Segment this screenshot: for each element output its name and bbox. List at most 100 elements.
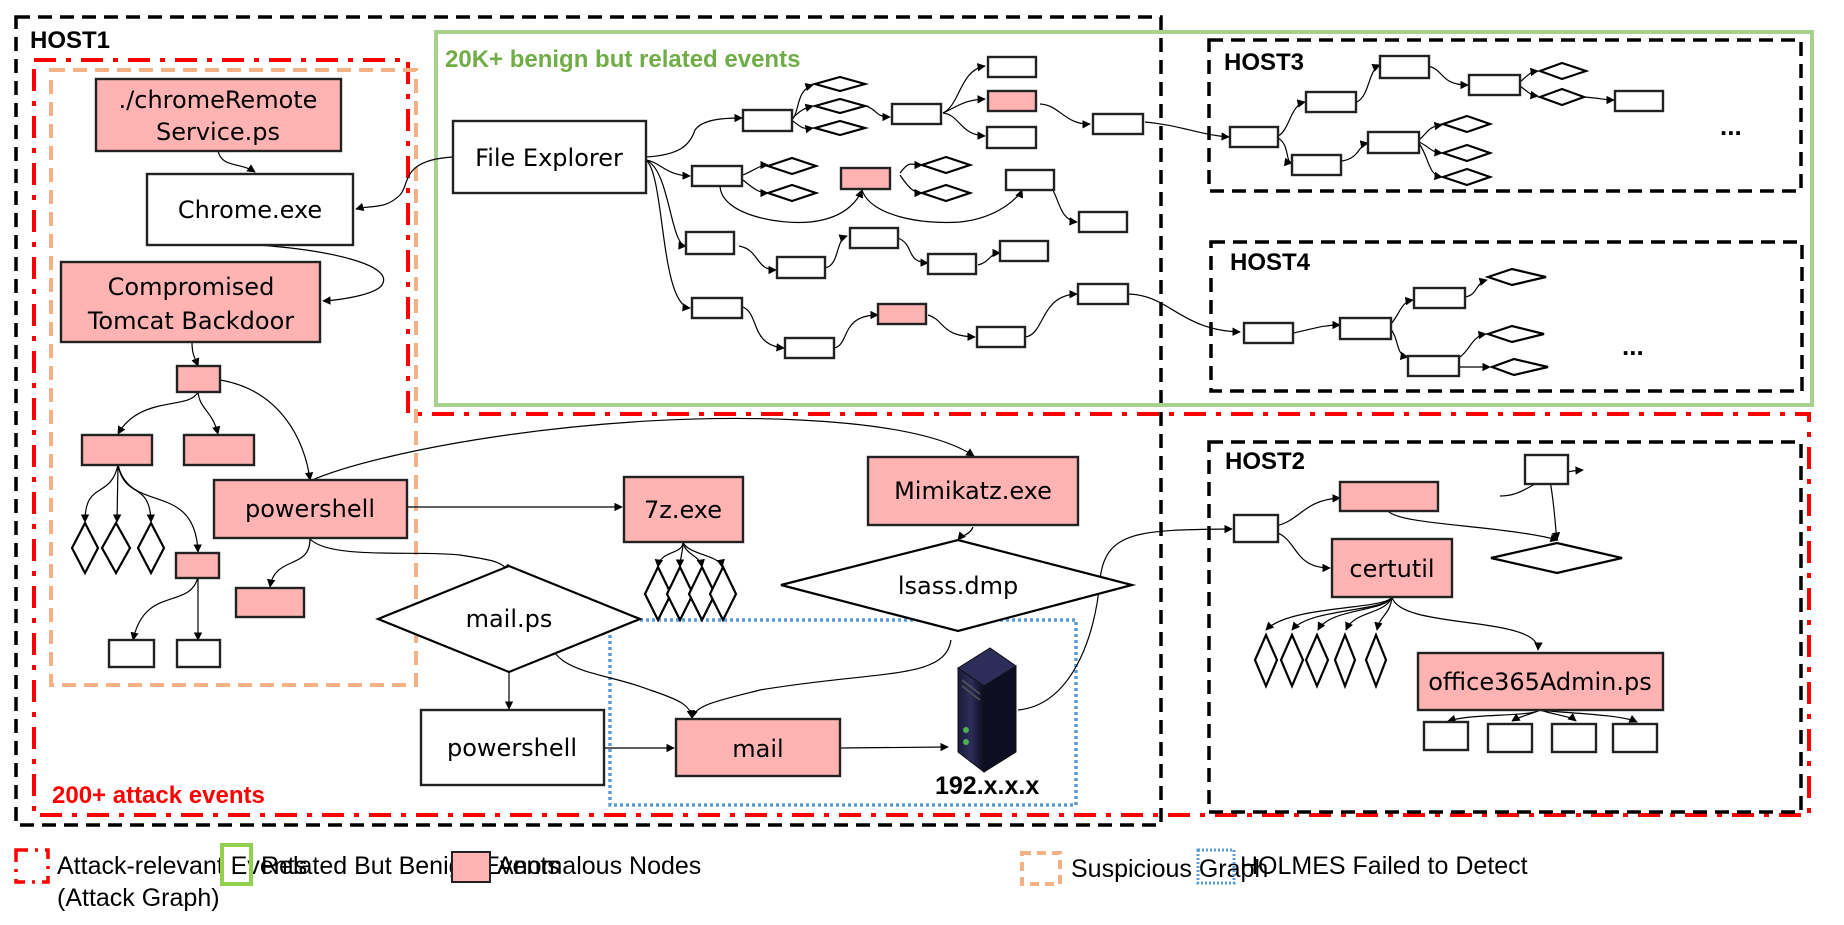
node-mail[interactable]: mail bbox=[674, 717, 842, 778]
file-node-diamond[interactable] bbox=[764, 183, 820, 203]
process-node[interactable] bbox=[1232, 513, 1280, 544]
process-node[interactable] bbox=[1467, 73, 1522, 97]
anomalous-node[interactable] bbox=[175, 364, 222, 394]
node-7z-exe[interactable]: 7z.exe bbox=[622, 475, 745, 544]
process-node[interactable] bbox=[985, 125, 1038, 150]
process-node[interactable] bbox=[1004, 168, 1056, 192]
process-node[interactable] bbox=[848, 226, 900, 250]
node-mimikatz-exe[interactable]: Mimikatz.exe bbox=[866, 455, 1080, 527]
process-node[interactable] bbox=[1242, 321, 1295, 345]
attack-graph-diagram: HOST1 20K+ benign but related events 200… bbox=[14, 15, 1814, 912]
process-node[interactable] bbox=[684, 230, 736, 256]
process-node[interactable] bbox=[975, 325, 1027, 349]
file-node-diamond[interactable] bbox=[1333, 632, 1357, 690]
node-lsass-dmp[interactable]: lsass.dmp bbox=[780, 538, 1137, 633]
file-node-diamond[interactable] bbox=[810, 97, 870, 115]
file-node-diamond[interactable] bbox=[918, 183, 974, 203]
node-label: ./chromeRemote bbox=[119, 86, 318, 114]
legend-label: HOLMES Failed to Detect bbox=[1240, 852, 1528, 880]
node-file-explorer[interactable]: File Explorer bbox=[451, 119, 648, 195]
process-node[interactable] bbox=[1422, 720, 1470, 752]
process-node[interactable] bbox=[998, 239, 1050, 263]
host2-nodes: certutil office365Admin.ps bbox=[1232, 453, 1665, 754]
process-node[interactable] bbox=[175, 638, 222, 669]
host2-label: HOST2 bbox=[1225, 448, 1305, 475]
anomalous-node[interactable] bbox=[80, 433, 154, 467]
node-powershell-2[interactable]: powershell bbox=[419, 708, 606, 787]
process-node[interactable] bbox=[1228, 125, 1280, 149]
file-node-diamond[interactable] bbox=[136, 520, 166, 576]
file-node-diamond[interactable] bbox=[1484, 267, 1547, 287]
node-label: Service.ps bbox=[156, 118, 280, 146]
process-node[interactable] bbox=[1304, 90, 1358, 114]
file-node-diamond[interactable] bbox=[1439, 143, 1494, 163]
node-label: Tomcat Backdoor bbox=[87, 307, 294, 335]
file-node-diamond[interactable] bbox=[1484, 324, 1545, 344]
node-chrome-exe[interactable]: Chrome.exe bbox=[145, 172, 355, 247]
file-node-diamond[interactable] bbox=[810, 75, 870, 93]
server-icon[interactable] bbox=[957, 647, 1017, 774]
process-node[interactable] bbox=[1613, 89, 1665, 113]
node-label: Compromised bbox=[108, 273, 275, 301]
process-node[interactable] bbox=[1378, 54, 1431, 80]
node-chrome-remote-service[interactable]: ./chromeRemote Service.ps bbox=[94, 77, 343, 153]
file-node-diamond[interactable] bbox=[70, 520, 100, 576]
file-node-diamond[interactable] bbox=[918, 155, 974, 175]
node-label: office365Admin.ps bbox=[1428, 668, 1652, 696]
process-node[interactable] bbox=[1076, 282, 1130, 306]
node-office365admin-ps[interactable]: office365Admin.ps bbox=[1416, 651, 1665, 712]
node-tomcat-backdoor[interactable]: Compromised Tomcat Backdoor bbox=[59, 260, 322, 344]
anomalous-node[interactable] bbox=[839, 166, 892, 191]
process-node[interactable] bbox=[1523, 453, 1570, 486]
file-node-diamond[interactable] bbox=[1536, 87, 1588, 107]
process-node[interactable] bbox=[1366, 130, 1421, 155]
process-node[interactable] bbox=[690, 164, 744, 188]
process-node[interactable] bbox=[1412, 286, 1467, 310]
legend-label: (Attack Graph) bbox=[57, 884, 220, 912]
process-node[interactable] bbox=[1550, 722, 1598, 754]
process-node[interactable] bbox=[1338, 316, 1393, 341]
process-node[interactable] bbox=[690, 296, 744, 320]
file-node-diamond[interactable] bbox=[1490, 541, 1623, 575]
node-label: lsass.dmp bbox=[898, 572, 1018, 600]
process-node[interactable] bbox=[1486, 722, 1534, 754]
file-node-diamond[interactable] bbox=[708, 564, 738, 623]
file-node-diamond[interactable] bbox=[1253, 632, 1279, 689]
node-label: 7z.exe bbox=[644, 496, 722, 524]
process-node[interactable] bbox=[1077, 210, 1129, 234]
process-node[interactable] bbox=[986, 55, 1038, 79]
host3-nodes: ... bbox=[1228, 54, 1742, 187]
file-node-diamond[interactable] bbox=[1488, 357, 1549, 377]
anomalous-node[interactable] bbox=[1338, 480, 1440, 513]
process-node[interactable] bbox=[775, 255, 827, 280]
process-node[interactable] bbox=[926, 252, 978, 276]
anomalous-node[interactable] bbox=[986, 89, 1038, 113]
node-powershell-1[interactable]: powershell bbox=[212, 478, 409, 540]
suspicious-graph-region bbox=[49, 68, 418, 687]
process-node[interactable] bbox=[1290, 153, 1343, 177]
legend-label: Suspicious Graph bbox=[1071, 855, 1268, 883]
file-node-diamond[interactable] bbox=[1439, 114, 1494, 134]
file-node-diamond[interactable] bbox=[1536, 61, 1590, 81]
node-certutil[interactable]: certutil bbox=[1330, 537, 1454, 599]
anomalous-node[interactable] bbox=[182, 433, 256, 467]
process-node[interactable] bbox=[1611, 722, 1659, 754]
file-node-diamond[interactable] bbox=[1304, 632, 1330, 689]
legend-holmes: HOLMES Failed to Detect bbox=[1196, 848, 1528, 885]
process-node[interactable] bbox=[1091, 112, 1145, 136]
file-node-diamond[interactable] bbox=[1279, 632, 1305, 689]
anomalous-node[interactable] bbox=[174, 551, 221, 580]
process-node[interactable] bbox=[890, 102, 943, 126]
process-node[interactable] bbox=[783, 336, 836, 360]
file-node-diamond[interactable] bbox=[1364, 632, 1388, 690]
file-node-diamond[interactable] bbox=[100, 520, 132, 576]
file-node-diamond[interactable] bbox=[810, 119, 870, 137]
anomalous-node[interactable] bbox=[876, 302, 928, 326]
file-node-diamond[interactable] bbox=[1439, 167, 1494, 187]
file-node-diamond[interactable] bbox=[764, 156, 820, 176]
anomalous-node[interactable] bbox=[234, 586, 306, 619]
more-nodes-ellipsis: ... bbox=[1622, 331, 1644, 361]
process-node[interactable] bbox=[741, 108, 794, 133]
process-node[interactable] bbox=[107, 638, 156, 669]
process-node[interactable] bbox=[1406, 354, 1461, 378]
